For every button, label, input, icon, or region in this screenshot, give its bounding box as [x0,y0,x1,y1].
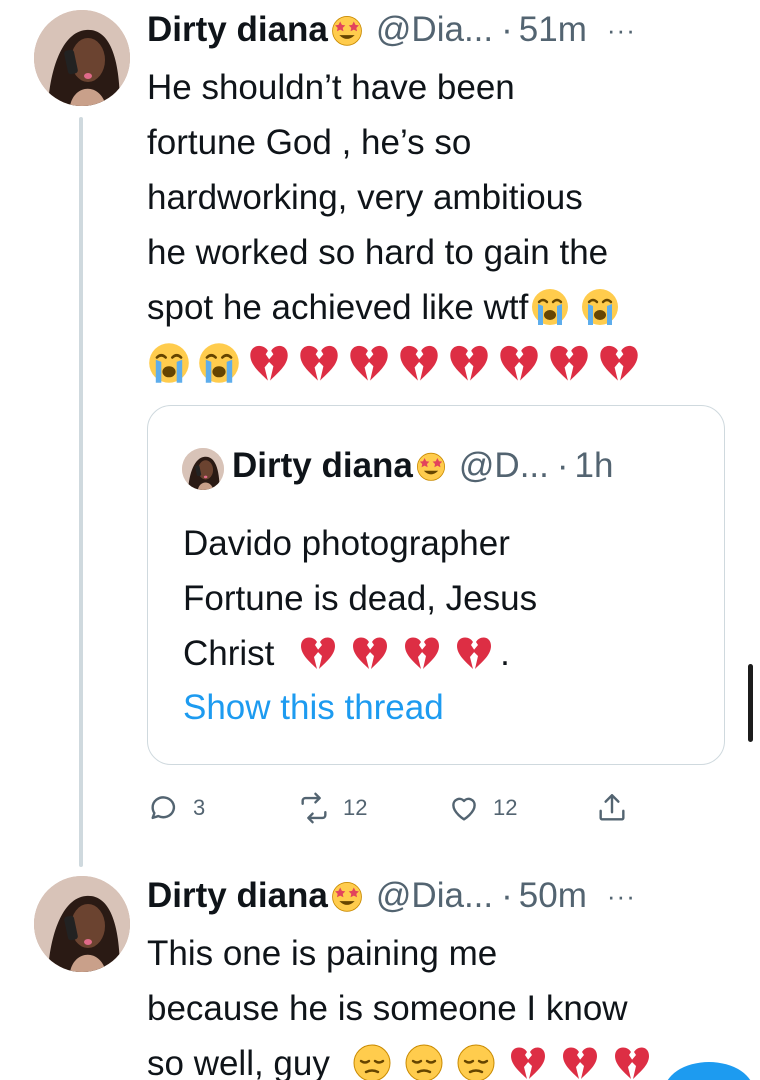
quoted-text-line: Fortune is dead, Jesus [183,579,538,618]
quoted-text-suffix: . [500,634,510,673]
broken-heart-icon [298,633,338,673]
quoted-tweet-card[interactable]: Dirty diana @D... · 1h Davido photograph… [147,405,725,765]
broken-heart-icon [547,341,591,385]
separator-dot: · [501,876,513,915]
star-struck-icon [330,13,364,47]
reply-count: 3 [193,795,206,820]
separator-dot: · [556,446,569,485]
share-button[interactable] [595,788,629,828]
retweet-button[interactable]: 12 [297,788,367,828]
tweet-header: Dirty diana @Dia... · 50m ··· [147,874,636,918]
broken-heart-icon [497,341,541,385]
broken-heart-icon [508,1043,548,1080]
broken-heart-icon [350,633,390,673]
tweet-thread: Dirty diana @Dia... · 51m ··· He shouldn… [0,0,760,1080]
loudly-crying-icon [580,287,620,327]
quoted-timestamp: 1h [574,446,614,485]
user-handle[interactable]: @Dia... [376,876,493,916]
like-count: 12 [493,795,518,820]
tweet-text-line: spot he achieved like wtf [147,288,529,327]
like-button[interactable]: 12 [447,788,517,828]
reply-icon [151,796,176,820]
more-options-icon[interactable]: ··· [607,15,636,46]
broken-heart-icon [560,1043,600,1080]
quoted-tweet-header: Dirty diana @D... · 1h [232,446,613,486]
quoted-text-line: Christ [183,634,275,673]
loudly-crying-icon [530,287,570,327]
broken-heart-icon [397,341,441,385]
star-struck-icon [415,450,447,482]
user-handle[interactable]: @Dia... [376,10,493,50]
tweet-text-line: He shouldn’t have been [147,68,515,107]
thread-connector-line [79,117,83,867]
tweet-body: This one is paining me because he is som… [147,926,747,1080]
broken-heart-icon [612,1043,652,1080]
loudly-crying-icon [147,341,191,385]
quoted-text-line-with-emoji: Christ . [183,626,703,681]
quoted-text-line: Davido photographer [183,524,510,563]
pensive-face-icon [404,1043,444,1080]
tweet-action-bar: 3 12 12 [147,788,667,828]
broken-heart-icon [247,341,291,385]
tweet-header: Dirty diana @Dia... · 51m ··· [147,8,636,52]
broken-heart-icon [454,633,494,673]
reply-button[interactable]: 3 [147,788,205,828]
share-icon [599,794,625,821]
broken-heart-icon [347,341,391,385]
pensive-face-icon [456,1043,496,1080]
pensive-face-icon [352,1043,392,1080]
display-name[interactable]: Dirty diana [147,876,328,916]
broken-heart-icon [297,341,341,385]
tweet-text-line: This one is paining me [147,934,498,973]
tweet-text-line: because he is someone I know [147,989,628,1028]
scrollbar-thumb[interactable] [748,664,753,742]
tweet-text-line-with-emoji: so well, guy [147,1036,747,1080]
quoted-display-name: Dirty diana [232,446,413,485]
tweet-text-line: so well, guy [147,1044,330,1080]
avatar[interactable] [34,876,130,972]
tweet-text-line: he worked so hard to gain the [147,233,609,272]
retweet-icon [301,792,327,824]
avatar[interactable] [34,10,130,106]
star-struck-icon [330,879,364,913]
broken-heart-icon [597,341,641,385]
tweet-text-line-with-emoji: spot he achieved like wtf [147,280,747,335]
broken-heart-icon [447,341,491,385]
tweet-text-line: hardworking, very ambitious [147,178,583,217]
show-thread-link[interactable]: Show this thread [183,688,444,728]
retweet-count: 12 [343,795,368,820]
separator-dot: · [501,10,513,49]
loudly-crying-icon [197,341,241,385]
more-options-icon[interactable]: ··· [607,881,636,912]
quoted-user-handle: @D... [458,446,549,485]
timestamp[interactable]: 50m [519,876,587,916]
tweet-body: He shouldn’t have been fortune God , he’… [147,60,747,390]
heart-icon [452,797,476,821]
tweet-text-line: fortune God , he’s so [147,123,472,162]
emoji-row [147,335,747,390]
quoted-avatar [182,448,224,490]
quoted-tweet-body: Davido photographer Fortune is dead, Jes… [183,516,703,681]
broken-heart-icon [402,633,442,673]
display-name[interactable]: Dirty diana [147,10,328,50]
timestamp[interactable]: 51m [519,10,587,50]
